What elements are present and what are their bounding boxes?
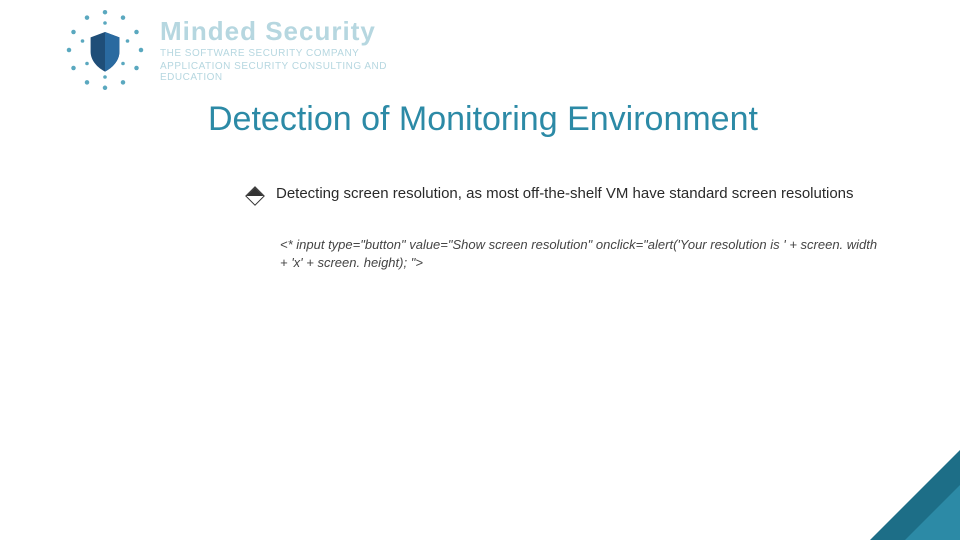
bullet-row: Detecting screen resolution, as most off…	[248, 185, 930, 203]
code-snippet: <* input type="button" value="Show scree…	[280, 236, 880, 271]
diamond-bullet-icon	[245, 186, 265, 206]
brand-tagline-2: APPLICATION SECURITY CONSULTING AND EDUC…	[160, 61, 400, 83]
corner-accent	[870, 450, 960, 540]
shield-icon	[60, 5, 150, 95]
bullet-text: Detecting screen resolution, as most off…	[276, 185, 854, 202]
logo-block: Minded Security THE SOFTWARE SECURITY CO…	[60, 0, 400, 100]
brand-tagline-1: THE SOFTWARE SECURITY COMPANY	[160, 48, 400, 59]
brand-name: Minded Security	[160, 17, 400, 46]
slide-title: Detection of Monitoring Environment	[208, 100, 758, 139]
logo-text: Minded Security THE SOFTWARE SECURITY CO…	[160, 17, 400, 83]
